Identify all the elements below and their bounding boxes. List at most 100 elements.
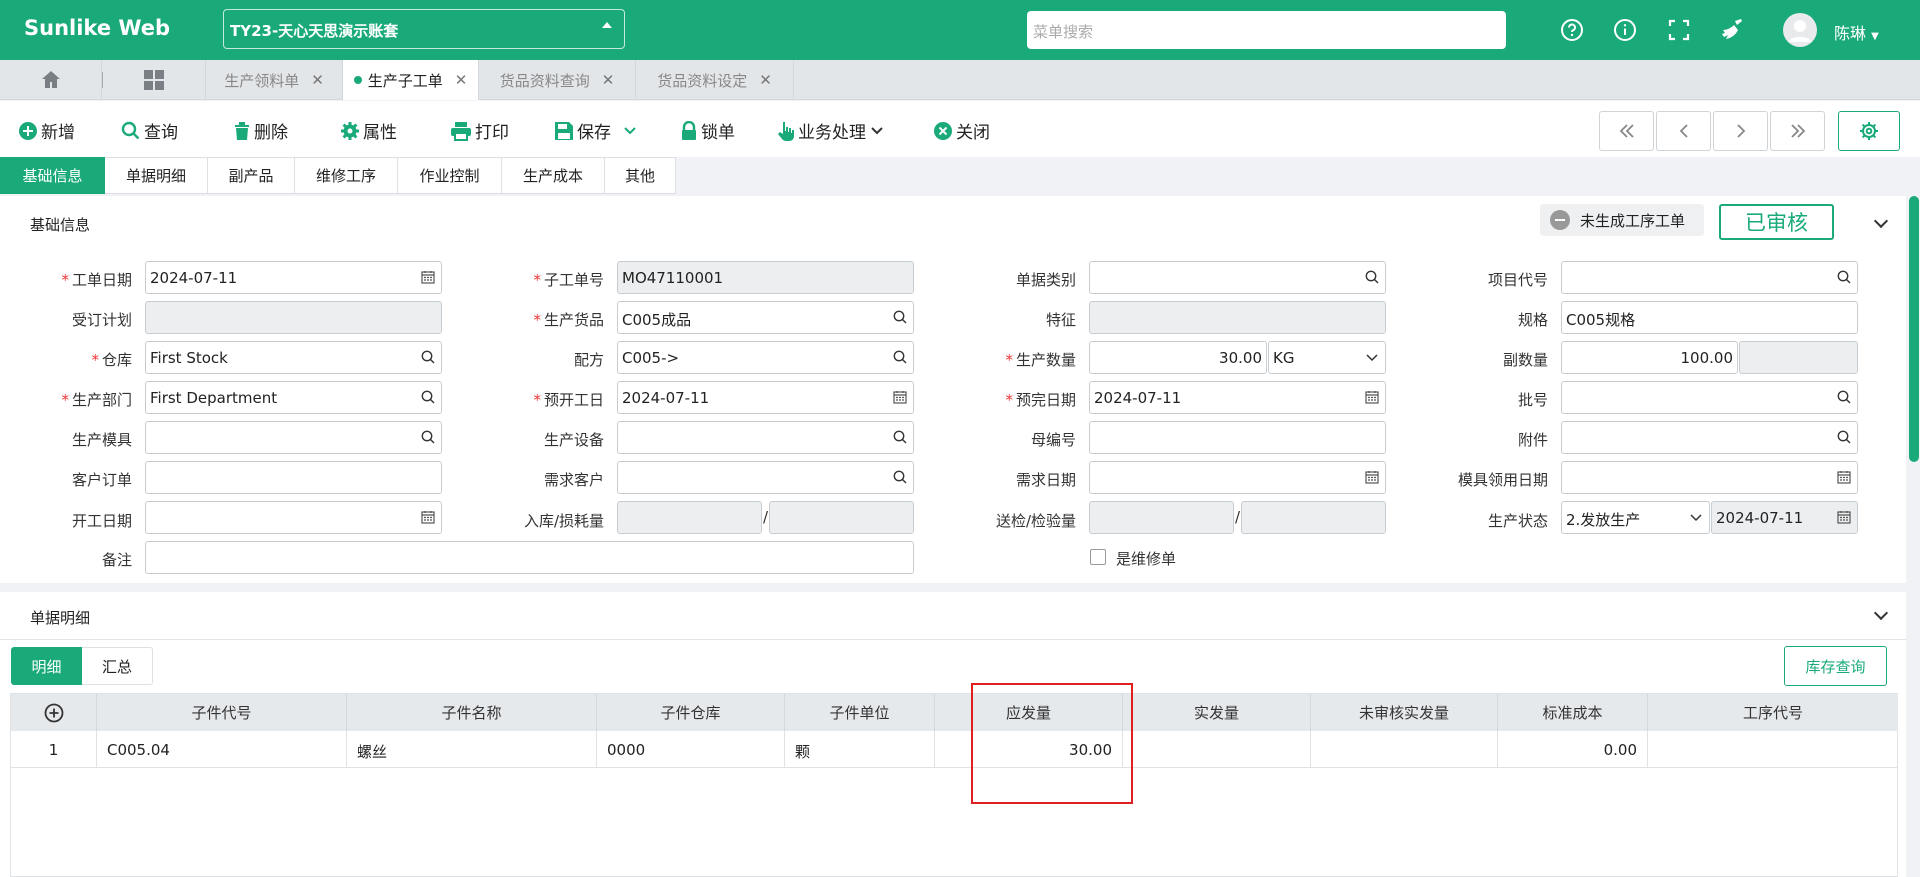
business-menu-button[interactable]: 业务处理 [777,118,887,143]
tab-operation-control[interactable]: 作业控制 [398,157,502,194]
hand-pointer-icon [778,121,794,141]
tab-detail[interactable]: 明细 [11,647,82,685]
help-icon[interactable] [1558,16,1586,44]
order-date-field[interactable]: 2024-07-11 [145,261,442,294]
cell-warehouse[interactable]: 0000 [597,731,785,768]
home-tab[interactable] [0,60,102,100]
cell-std-cost[interactable]: 0.00 [1498,731,1648,768]
save-icon [555,121,573,140]
product-field[interactable]: C005成品 [617,301,914,334]
formula-field[interactable]: C005-> [617,341,914,374]
apps-tab[interactable] [103,60,206,100]
tab-goods-query[interactable]: 货品资料查询 ✕ [479,60,636,100]
prod-status-select[interactable]: 2.发放生产 [1561,501,1710,534]
close-icon[interactable]: ✕ [311,71,324,89]
close-icon[interactable]: ✕ [602,71,615,89]
tab-summary[interactable]: 汇总 [82,647,153,685]
info-icon[interactable] [1611,16,1639,44]
end-plan-field[interactable]: 2024-07-11 [1089,381,1386,414]
close-icon[interactable]: ✕ [455,71,468,89]
parent-no-field[interactable] [1089,421,1386,454]
project-code-field[interactable] [1561,261,1858,294]
active-dot-icon [353,76,362,84]
close-icon[interactable]: ✕ [759,71,772,89]
chevron-down-icon[interactable] [1873,605,1889,621]
label-customer-order: 客户订单 [71,471,132,489]
sub-qty-field[interactable]: 100.00 [1561,341,1738,374]
repair-checkbox[interactable] [1090,549,1106,565]
new-button[interactable]: 新增 [18,118,75,143]
properties-button[interactable]: 属性 [340,118,397,143]
action-toolbar: 新增 查询 删除 属性 打印 保存 锁单 业务处理 关闭 [0,101,1920,157]
delete-button[interactable]: 删除 [233,118,288,143]
menu-search-input[interactable]: 菜单搜索 [1027,11,1506,49]
cell-actual-qty[interactable] [1123,731,1311,768]
add-row-button[interactable] [11,694,97,731]
tab-production-cost[interactable]: 生产成本 [502,157,605,194]
plus-circle-icon [19,121,37,140]
first-record-button[interactable] [1599,111,1654,151]
col-header[interactable]: 子件仓库 [597,694,785,731]
col-header[interactable]: 子件名称 [347,694,597,731]
mold-date-field[interactable] [1561,461,1858,494]
tab-other[interactable]: 其他 [605,157,676,194]
tab-production-picking[interactable]: 生产领料单 ✕ [206,60,343,100]
print-button[interactable]: 打印 [450,118,509,143]
attachment-field[interactable] [1561,421,1858,454]
col-header[interactable]: 工序代号 [1648,694,1898,731]
trash-icon [235,121,249,140]
scrollbar-thumb[interactable] [1909,196,1919,462]
sub-order-no-field: MO47110001 [617,261,914,294]
tab-goods-setting[interactable]: 货品资料设定 ✕ [636,60,794,100]
query-button[interactable]: 查询 [121,118,178,143]
tab-basic-info[interactable]: 基础信息 [0,157,105,194]
doc-type-field[interactable] [1089,261,1386,294]
cell-unit[interactable]: 颗 [785,731,935,768]
cell-name[interactable]: 螺丝 [347,731,597,768]
col-header[interactable]: 实发量 [1123,694,1311,731]
tab-production-suborder[interactable]: 生产子工单 ✕ [343,60,479,100]
equipment-field[interactable] [617,421,914,454]
lock-button[interactable]: 锁单 [680,118,735,143]
close-button[interactable]: 关闭 [933,118,990,143]
batch-field[interactable] [1561,381,1858,414]
user-menu[interactable]: 陈琳 ▼ [1834,20,1879,44]
fullscreen-icon[interactable] [1665,16,1693,44]
mold-field[interactable] [145,421,442,454]
last-record-button[interactable] [1770,111,1825,151]
col-header[interactable]: 标准成本 [1498,694,1648,731]
tab-doc-detail[interactable]: 单据明细 [105,157,208,194]
next-record-button[interactable] [1713,111,1768,151]
label-start-date: 开工日期 [71,512,132,530]
start-date-field[interactable] [145,501,442,534]
col-header[interactable]: 未审核实发量 [1311,694,1498,731]
cell-due-qty[interactable]: 30.00 [935,731,1123,768]
avatar[interactable] [1783,13,1817,47]
qty-field[interactable]: 30.00 [1089,341,1267,374]
prev-record-button[interactable] [1656,111,1711,151]
demand-customer-field[interactable] [617,461,914,494]
cell-process-code[interactable] [1648,731,1898,768]
col-header[interactable]: 应发量 [935,694,1123,731]
account-selector[interactable]: TY23-天心天思演示账套 [223,9,625,49]
customer-order-field[interactable] [145,461,442,494]
cell-unaudited-qty[interactable] [1311,731,1498,768]
settings-button[interactable] [1838,111,1900,151]
cell-code[interactable]: C005.04 [97,731,347,768]
col-header[interactable]: 子件代号 [97,694,347,731]
start-plan-field[interactable]: 2024-07-11 [617,381,914,414]
spec-field[interactable]: C005规格 [1561,301,1858,334]
save-button[interactable]: 保存 [554,118,640,143]
tab-repair-process[interactable]: 维修工序 [295,157,398,194]
col-header[interactable]: 子件单位 [785,694,935,731]
demand-date-field[interactable] [1089,461,1386,494]
clean-brush-icon[interactable] [1719,16,1747,44]
remark-field[interactable] [145,541,914,574]
chevron-down-icon[interactable] [1873,213,1889,229]
dept-field[interactable]: First Department [145,381,442,414]
warehouse-field[interactable]: First Stock [145,341,442,374]
tab-by-products[interactable]: 副产品 [208,157,295,194]
double-chevron-left-icon [1619,124,1634,138]
unit-select[interactable]: KG [1268,341,1386,374]
stock-query-button[interactable]: 库存查询 [1784,646,1887,686]
